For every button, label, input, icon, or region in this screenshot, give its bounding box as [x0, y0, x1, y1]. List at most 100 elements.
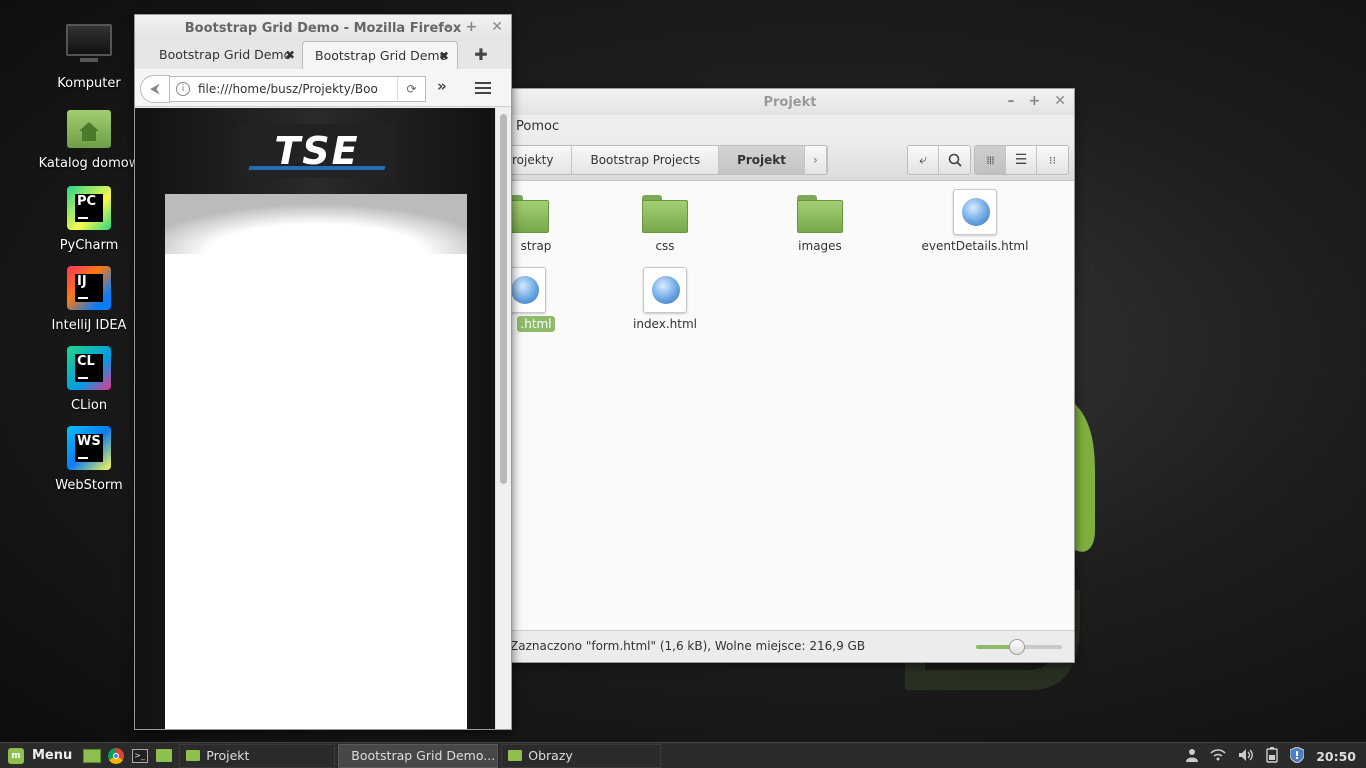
file-manager-window: Projekt – + ✕ Pomoc rojekty Bootstrap Pr… — [502, 88, 1075, 663]
breadcrumb-next-button[interactable]: › — [805, 146, 827, 174]
info-icon[interactable]: i — [176, 82, 190, 96]
tool-group: ⤶ — [907, 145, 971, 175]
back-button[interactable]: ⮜ — [140, 75, 170, 103]
desktop-icon-home[interactable]: Katalog domow — [36, 104, 142, 171]
desktop-icon-label: CLion — [70, 398, 108, 413]
home-folder-icon — [65, 104, 113, 152]
list-view-button[interactable]: ☰ — [1006, 146, 1037, 174]
breadcrumb-item-projekt[interactable]: Projekt — [719, 146, 806, 174]
intellij-icon: IJ — [65, 266, 113, 314]
desktop-icon-intellij[interactable]: IJ IntelliJ IDEA — [36, 264, 142, 333]
tse-logo: TSE — [239, 124, 395, 178]
vertical-scrollbar[interactable] — [495, 108, 511, 729]
menu-label: Menu — [32, 748, 73, 763]
launcher-terminal[interactable]: >_ — [129, 745, 151, 767]
clock[interactable]: 20:50 — [1316, 749, 1356, 764]
icon-view-button[interactable]: ⁞⁞⁞ — [975, 146, 1006, 174]
maximize-icon[interactable]: + — [466, 19, 478, 35]
desktop-icon-webstorm[interactable]: WS WebStorm — [36, 424, 142, 493]
file-item-folder[interactable]: images — [750, 195, 890, 253]
html-file-icon — [953, 189, 997, 235]
terminal-icon: >_ — [132, 748, 149, 763]
file-label: eventDetails.html — [921, 239, 1029, 253]
breadcrumb: rojekty Bootstrap Projects Projekt › — [506, 145, 828, 175]
firefox-titlebar[interactable]: Bootstrap Grid Demo - Mozilla Firefox – … — [135, 15, 511, 41]
user-icon[interactable] — [1186, 748, 1199, 765]
browser-tab[interactable]: Bootstrap Grid Demo ✖ — [147, 41, 303, 69]
close-tab-icon[interactable]: ✖ — [285, 41, 295, 69]
file-label: images — [798, 239, 842, 253]
wifi-icon[interactable] — [1210, 748, 1226, 764]
file-manager-titlebar[interactable]: Projekt – + ✕ — [506, 89, 1074, 115]
minimize-icon[interactable]: – — [445, 19, 452, 35]
shield-icon[interactable] — [1289, 745, 1305, 766]
task-firefox[interactable]: Bootstrap Grid Demo... — [338, 743, 499, 768]
new-tab-button[interactable]: ✚ — [469, 41, 493, 69]
html-file-icon — [643, 267, 687, 313]
overflow-button[interactable]: » — [437, 77, 447, 95]
window-title: Projekt — [763, 94, 817, 110]
close-icon[interactable]: ✕ — [491, 19, 503, 35]
desktop-icon-computer[interactable]: Komputer — [36, 22, 142, 91]
status-bar: Zaznaczono "form.html" (1,6 kB), Wolne m… — [506, 630, 1074, 662]
desktop-icon-clion[interactable]: CL CLion — [36, 344, 142, 413]
file-item-folder[interactable]: css — [595, 195, 735, 253]
close-tab-icon[interactable]: ✖ — [439, 42, 449, 70]
task-projekt[interactable]: Projekt — [179, 743, 336, 768]
launcher-chrome[interactable] — [105, 745, 127, 767]
computer-icon — [65, 24, 113, 72]
file-item-html[interactable]: eventDetails.html — [905, 189, 1045, 253]
logo-text: TSE — [274, 129, 360, 173]
zoom-slider-handle[interactable] — [1009, 639, 1025, 655]
menu-help[interactable]: Pomoc — [516, 119, 559, 134]
file-label: .html — [517, 316, 555, 332]
tab-title: Bootstrap Grid Demo — [159, 47, 292, 62]
webstorm-icon: WS — [65, 426, 113, 474]
taskbar: m Menu >_ Projekt Bootstrap Grid Demo...… — [0, 742, 1366, 768]
menubar: Pomoc — [506, 115, 1074, 139]
breadcrumb-item-projekty[interactable]: rojekty — [506, 146, 573, 174]
browser-tab-active[interactable]: Bootstrap Grid Demo ✖ — [302, 41, 458, 69]
file-label: strap — [520, 239, 552, 253]
battery-icon[interactable] — [1266, 746, 1278, 766]
zoom-slider[interactable] — [976, 639, 1062, 655]
menu-button[interactable] — [475, 82, 491, 97]
close-icon[interactable]: ✕ — [1054, 93, 1066, 109]
scrollbar-thumb[interactable] — [500, 114, 507, 484]
task-obrazy[interactable]: Obrazy — [501, 743, 662, 768]
desktop-icon-label: Katalog domow — [38, 156, 140, 171]
url-text[interactable]: file:///home/busz/Projekty/Boo — [198, 77, 398, 101]
folder-icon — [156, 749, 173, 762]
search-icon — [948, 153, 962, 167]
volume-icon[interactable] — [1238, 748, 1254, 765]
file-item-html[interactable]: index.html — [595, 267, 735, 331]
task-label: Obrazy — [528, 748, 573, 763]
list-icon: ☰ — [1014, 152, 1028, 168]
launcher-files[interactable] — [153, 745, 175, 767]
reload-button[interactable]: ⟳ — [397, 77, 425, 101]
back-arrow-icon: ⮜ — [150, 81, 160, 97]
maximize-icon[interactable]: + — [1029, 93, 1041, 109]
location-icon: ⤶ — [919, 152, 927, 168]
compact-view-button[interactable]: ⁝⁝ — [1037, 146, 1068, 174]
folder-icon — [186, 750, 201, 761]
desktop-icon-pycharm[interactable]: PC PyCharm — [36, 184, 142, 253]
clion-icon: CL — [65, 346, 113, 394]
start-menu-button[interactable]: m Menu — [0, 747, 80, 764]
page-viewport: TSE — [135, 108, 497, 729]
minimize-icon[interactable]: – — [1008, 93, 1015, 109]
chrome-icon — [108, 747, 125, 764]
launcher-show-desktop[interactable] — [81, 745, 103, 767]
file-grid: strap css images eventDetails.html .html… — [502, 181, 1074, 630]
breadcrumb-item-bootstrap-projects[interactable]: Bootstrap Projects — [572, 146, 720, 174]
plus-icon: ✚ — [474, 45, 488, 64]
search-button[interactable] — [939, 146, 970, 174]
folder-icon — [642, 195, 688, 233]
tab-strip: Bootstrap Grid Demo ✖ Bootstrap Grid Dem… — [135, 41, 511, 69]
firefox-window: Bootstrap Grid Demo - Mozilla Firefox – … — [134, 14, 512, 730]
desktop-icon-label: PyCharm — [59, 238, 119, 253]
folder-icon — [797, 195, 843, 233]
pycharm-icon: PC — [65, 186, 113, 234]
url-bar[interactable]: i file:///home/busz/Projekty/Boo ⟳ — [170, 76, 426, 102]
toggle-location-button[interactable]: ⤶ — [908, 146, 939, 174]
